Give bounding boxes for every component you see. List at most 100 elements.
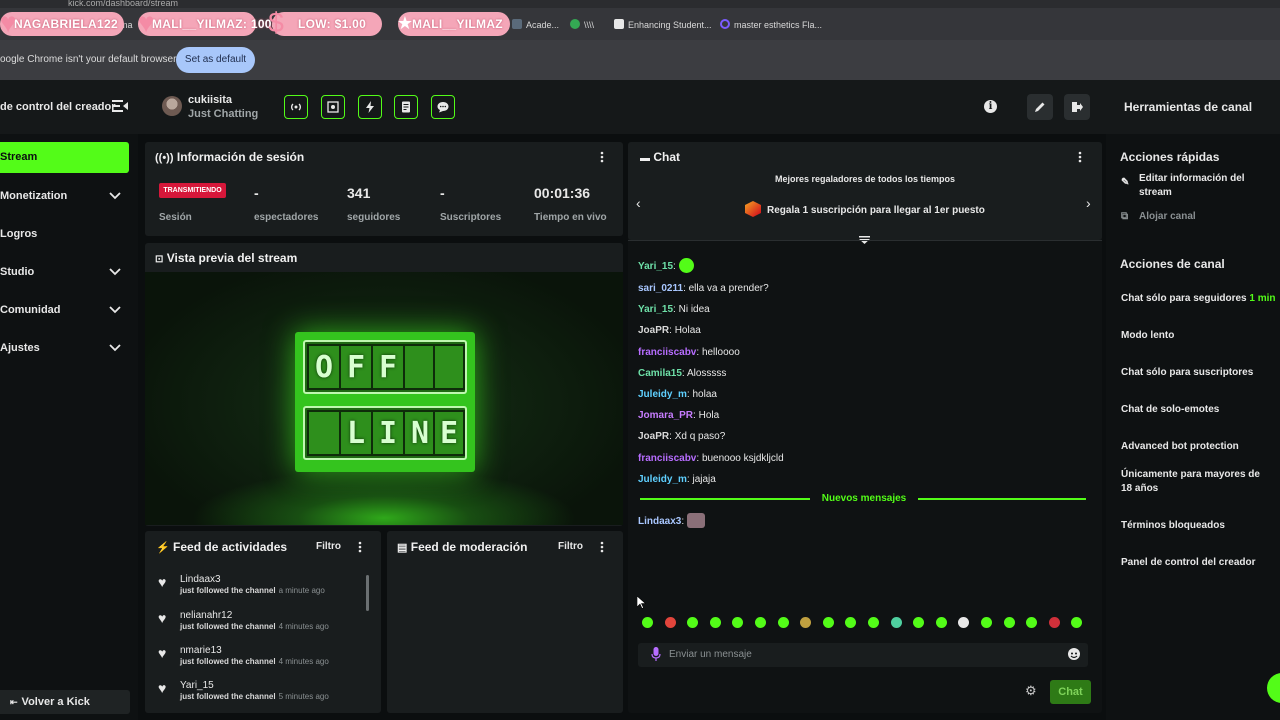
chat-username[interactable]: JoaPR xyxy=(638,431,669,442)
chat-popout-button[interactable] xyxy=(431,95,455,119)
stat-uptime-label: Tiempo en vivo xyxy=(534,212,607,223)
chat-message[interactable]: franciiscabv: buenooo ksjdkljcld xyxy=(638,453,784,464)
stat-viewers-label: espectadores xyxy=(254,212,319,223)
microphone-icon[interactable] xyxy=(651,647,661,662)
activity-feed-title: ⚡ Feed de actividades xyxy=(156,540,287,554)
emote-button[interactable] xyxy=(664,617,676,628)
chat-username[interactable]: JoaPR xyxy=(638,325,669,336)
kebab-menu-icon[interactable] xyxy=(600,541,604,553)
chat-message[interactable]: Jomara_PR: Hola xyxy=(638,410,719,421)
chat-username[interactable]: Lindaax3 xyxy=(638,516,681,527)
stream-preview-video[interactable]: O F F L I N E xyxy=(145,272,623,525)
sidebar-item-ajustes[interactable]: Ajustes xyxy=(0,338,129,358)
chevron-left-icon[interactable]: ‹ xyxy=(636,195,641,211)
emotes-only-toggle[interactable]: Chat de solo-emotes xyxy=(1121,403,1279,417)
sidebar-item-stream[interactable]: Stream xyxy=(0,142,129,173)
chat-message[interactable]: Yari_15: Ni idea xyxy=(638,304,710,315)
chat-message[interactable]: Yari_15: xyxy=(638,258,694,273)
bookmark-item[interactable]: \\\\ xyxy=(570,18,594,32)
chat-message[interactable]: Juleidy_m: holaa xyxy=(638,389,717,400)
chat-message[interactable]: JoaPR: Holaa xyxy=(638,325,701,336)
bookmark-item[interactable]: Acade... xyxy=(512,18,559,32)
exit-button[interactable] xyxy=(1064,94,1090,120)
emote-button[interactable] xyxy=(822,617,834,628)
chat-username[interactable]: franciiscabv xyxy=(638,347,696,358)
quick-action-button[interactable] xyxy=(358,95,382,119)
emote-button[interactable] xyxy=(868,617,879,628)
edit-layout-button[interactable] xyxy=(1027,94,1053,120)
set-default-button[interactable]: Set as default xyxy=(176,47,255,73)
chat-send-button[interactable]: Chat xyxy=(1050,680,1091,704)
sidebar-item-logros[interactable]: Logros xyxy=(0,224,129,244)
chat-username[interactable]: Jomara_PR xyxy=(638,410,693,421)
bookmark-label: Acade... xyxy=(526,20,560,30)
edit-stream-info-action[interactable]: ✎ Editar información del stream xyxy=(1121,172,1279,200)
emote-button[interactable] xyxy=(890,617,902,628)
sidebar-item-comunidad[interactable]: Comunidad xyxy=(0,300,129,320)
chat-username[interactable]: Yari_15 xyxy=(638,304,673,315)
emote-button[interactable] xyxy=(981,617,992,628)
collapse-sidebar-icon[interactable] xyxy=(112,99,128,113)
chat-username[interactable]: sari_0211 xyxy=(638,283,683,294)
infobar-message: oogle Chrome isn't your default browser xyxy=(0,54,177,65)
chat-username[interactable]: Camila15 xyxy=(638,368,682,379)
chat-username[interactable]: Juleidy_m xyxy=(638,389,687,400)
chat-message[interactable]: Camila15: Alosssss xyxy=(638,368,726,379)
emoji-picker-icon[interactable] xyxy=(1068,648,1080,660)
gift-subscription-prompt[interactable]: Regala 1 suscripción para llegar al 1er … xyxy=(745,201,985,217)
gift-prompt-text: Regala 1 suscripción para llegar al 1er … xyxy=(767,205,985,216)
chat-separator: : xyxy=(673,261,679,272)
bookmark-item[interactable]: Enhancing Student... xyxy=(614,18,712,32)
chat-username[interactable]: franciiscabv xyxy=(638,453,696,464)
chevron-right-icon[interactable]: › xyxy=(1086,195,1091,211)
kebab-menu-icon[interactable] xyxy=(600,151,604,163)
divider-line xyxy=(918,498,1086,500)
activity-filter-button[interactable]: Filtro xyxy=(316,541,341,552)
chat-header-area xyxy=(628,142,1102,240)
slow-mode-toggle[interactable]: Modo lento xyxy=(1121,329,1279,343)
collapse-icon[interactable] xyxy=(859,231,870,244)
chat-message[interactable]: JoaPR: Xd q paso? xyxy=(638,431,725,442)
chat-message[interactable]: franciiscabv: helloooo xyxy=(638,347,740,358)
broadcast-button[interactable] xyxy=(284,95,308,119)
subscribers-only-toggle[interactable]: Chat sólo para suscriptores xyxy=(1121,366,1279,380)
chat-message[interactable]: Lindaax3: xyxy=(638,513,705,528)
followers-only-toggle[interactable]: Chat sólo para seguidores 1 min xyxy=(1121,292,1279,306)
address-bar[interactable]: kick.com/dashboard/stream xyxy=(0,0,1280,8)
moderation-filter-button[interactable]: Filtro xyxy=(558,541,583,552)
bookmark-item[interactable]: master esthetics Fla... xyxy=(720,18,822,32)
chat-settings-icon[interactable]: ⚙ xyxy=(1025,684,1037,697)
chat-message[interactable]: Juleidy_m: jajaja xyxy=(638,474,716,485)
kebab-menu-icon[interactable] xyxy=(358,541,362,553)
alert-pill-text: NAGABRIELA122 xyxy=(14,17,118,31)
offline-row-bottom: L I N E xyxy=(303,406,467,460)
back-to-kick-button[interactable]: ⇤ Volver a Kick xyxy=(0,690,130,714)
mature-content-toggle[interactable]: Únicamente para mayores de 18 años xyxy=(1121,468,1273,496)
emote-button[interactable] xyxy=(935,617,947,628)
host-channel-action[interactable]: ⧉ Alojar canal xyxy=(1121,210,1279,224)
info-icon[interactable]: i xyxy=(984,100,997,113)
stat-subscribers-value: - xyxy=(440,185,445,201)
emote-button[interactable] xyxy=(709,617,721,628)
sidebar-item-studio[interactable]: Studio xyxy=(0,262,129,282)
notes-button[interactable] xyxy=(394,95,418,119)
blocked-terms-action[interactable]: Términos bloqueados xyxy=(1121,519,1279,533)
kebab-menu-icon[interactable] xyxy=(1078,151,1082,163)
chat-username[interactable]: Yari_15 xyxy=(638,261,673,272)
sidebar-item-monetization[interactable]: Monetization xyxy=(0,186,129,206)
emote-button[interactable] xyxy=(1003,617,1015,628)
bot-protection-toggle[interactable]: Advanced bot protection xyxy=(1121,440,1279,454)
chat-message[interactable]: sari_0211: ella va a prender? xyxy=(638,283,769,294)
stat-session-label: Sesión xyxy=(159,212,192,223)
emote-button[interactable] xyxy=(1048,617,1060,628)
emote-button[interactable] xyxy=(642,617,653,628)
emote-button[interactable] xyxy=(755,617,766,628)
creator-dashboard-action[interactable]: Panel de control del creador xyxy=(1121,556,1279,570)
channel-actions-title: Acciones de canal xyxy=(1120,257,1225,271)
activity-scrollbar[interactable] xyxy=(366,575,369,611)
chat-username[interactable]: Juleidy_m xyxy=(638,474,687,485)
avatar[interactable] xyxy=(162,96,182,116)
sidebar-item-label: Stream xyxy=(0,151,38,163)
clip-button[interactable] xyxy=(321,95,345,119)
emote-button[interactable] xyxy=(777,617,789,628)
